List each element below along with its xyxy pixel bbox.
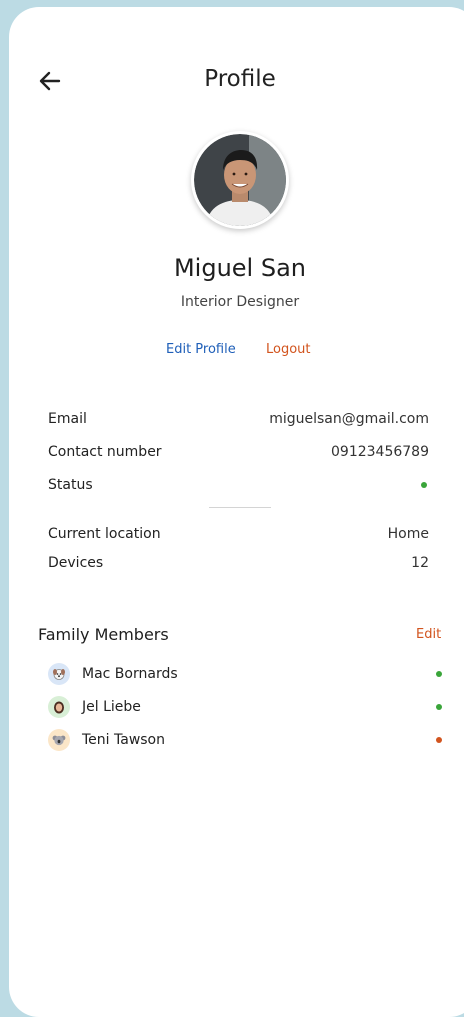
family-member-item[interactable]: Teni Tawson — [48, 729, 442, 751]
detail-row-location: Current location Home — [48, 526, 429, 542]
detail-label: Current location — [48, 526, 161, 542]
profile-role: Interior Designer — [180, 294, 300, 310]
member-name: Mac Bornards — [82, 666, 178, 682]
family-edit-link[interactable]: Edit — [416, 627, 441, 642]
detail-value: Home — [387, 526, 429, 542]
avatar — [191, 131, 289, 229]
woman-face-icon — [54, 701, 64, 714]
detail-value: miguelsan@gmail.com — [269, 411, 429, 427]
detail-value: 09123456789 — [331, 444, 429, 460]
profile-name: Miguel San — [173, 254, 307, 282]
family-member-item[interactable]: Jel Liebe — [48, 696, 442, 718]
status-dot — [436, 704, 442, 710]
avatar — [48, 663, 70, 685]
logout-link[interactable]: Logout — [266, 342, 311, 357]
edit-profile-link[interactable]: Edit Profile — [166, 342, 236, 357]
detail-row-devices: Devices 12 — [48, 555, 429, 571]
dog-face-icon — [53, 669, 65, 680]
status-dot — [421, 482, 427, 488]
divider — [209, 507, 271, 508]
detail-label: Devices — [48, 555, 104, 571]
page-title: Profile — [204, 66, 276, 92]
family-members-title: Family Members — [38, 625, 169, 644]
status-dot — [436, 737, 442, 743]
avatar — [48, 696, 70, 718]
detail-value: 12 — [411, 555, 429, 571]
detail-row-status: Status — [48, 477, 429, 493]
detail-label: Email — [48, 411, 87, 427]
detail-label: Contact number — [48, 444, 162, 460]
avatar — [48, 729, 70, 751]
status-dot — [436, 671, 442, 677]
detail-row-email: Email miguelsan@gmail.com — [48, 411, 429, 427]
member-name: Jel Liebe — [82, 699, 141, 715]
member-name: Teni Tawson — [82, 732, 165, 748]
koala-face-icon — [52, 735, 66, 746]
family-member-item[interactable]: Mac Bornards — [48, 663, 442, 685]
detail-row-contact: Contact number 09123456789 — [48, 444, 429, 460]
profile-photo — [194, 134, 286, 226]
detail-label: Status — [48, 477, 93, 493]
